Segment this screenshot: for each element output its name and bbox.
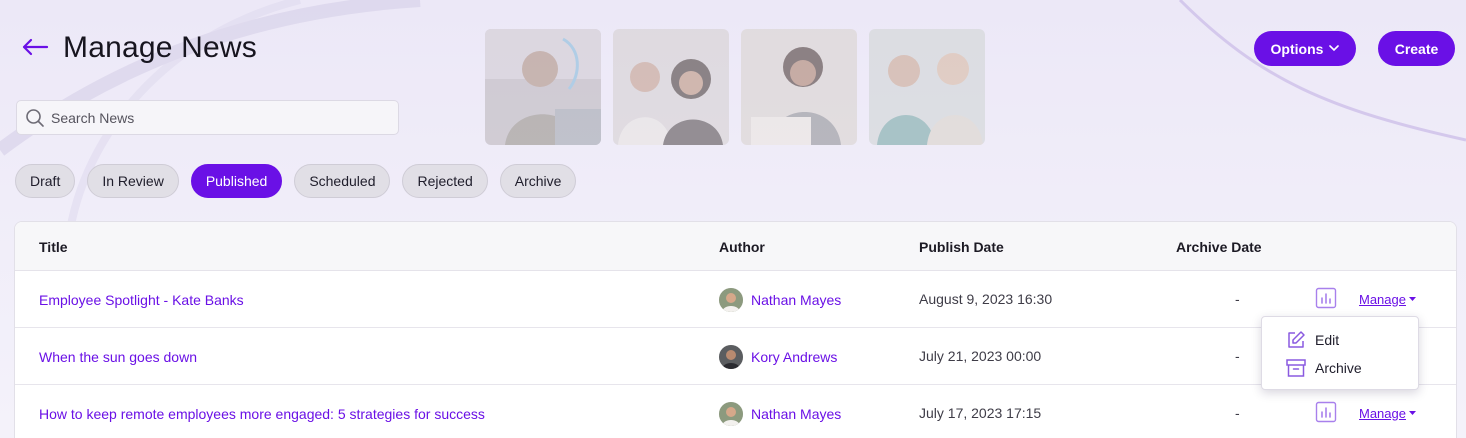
archive-box-icon	[1286, 359, 1306, 377]
avatar	[719, 288, 743, 312]
edit-icon	[1288, 331, 1305, 348]
author-name: Nathan Mayes	[751, 292, 842, 308]
avatar	[719, 402, 743, 426]
caret-down-icon	[1408, 297, 1416, 301]
search-box[interactable]	[16, 100, 399, 135]
column-header-author[interactable]: Author	[719, 239, 765, 255]
table-row: Employee Spotlight - Kate Banks Nathan M…	[15, 271, 1456, 328]
tab-published[interactable]: Published	[190, 164, 283, 198]
manage-label: Manage	[1359, 292, 1406, 307]
tab-scheduled[interactable]: Scheduled	[294, 164, 391, 198]
author-name: Kory Andrews	[751, 349, 838, 365]
page-title: Manage News	[63, 31, 257, 64]
manage-dropdown-trigger[interactable]: Manage	[1359, 406, 1416, 421]
menu-item-label: Edit	[1315, 332, 1340, 348]
archive-date: -	[1235, 405, 1240, 421]
table-row: When the sun goes down Kory Andrews July…	[15, 328, 1456, 385]
column-header-publish-date[interactable]: Publish Date	[919, 239, 1004, 255]
status-tabs: Draft In Review Published Scheduled Reje…	[15, 164, 577, 198]
archive-date: -	[1235, 348, 1240, 364]
publish-date: July 17, 2023 17:15	[919, 405, 1042, 421]
author-name: Nathan Mayes	[751, 406, 842, 422]
search-input[interactable]	[51, 109, 391, 126]
menu-item-edit[interactable]: Edit	[1286, 330, 1339, 350]
header-photo	[613, 29, 729, 145]
search-icon	[26, 108, 44, 127]
arrow-left-icon	[22, 38, 49, 56]
news-title-link[interactable]: When the sun goes down	[39, 349, 197, 365]
author[interactable]: Nathan Mayes	[719, 402, 841, 426]
header-photo	[869, 29, 985, 145]
publish-date: August 9, 2023 16:30	[919, 291, 1053, 307]
tab-in-review[interactable]: In Review	[87, 164, 179, 198]
back-button[interactable]	[20, 32, 50, 62]
archive-date: -	[1235, 291, 1240, 307]
table-row: How to keep remote employees more engage…	[15, 385, 1456, 438]
news-table: Title Author Publish Date Archive Date E…	[14, 221, 1457, 438]
author[interactable]: Nathan Mayes	[719, 288, 841, 312]
analytics-icon[interactable]	[1315, 401, 1337, 423]
tab-rejected[interactable]: Rejected	[402, 164, 488, 198]
header-photo	[485, 29, 601, 145]
chevron-down-icon	[1329, 45, 1340, 52]
news-title-link[interactable]: How to keep remote employees more engage…	[39, 406, 485, 422]
column-header-archive-date[interactable]: Archive Date	[1176, 239, 1262, 255]
menu-item-label: Archive	[1315, 360, 1362, 376]
header-photo-strip	[485, 29, 985, 145]
analytics-icon[interactable]	[1315, 287, 1337, 309]
options-label: Options	[1270, 40, 1324, 57]
column-header-title[interactable]: Title	[39, 239, 68, 255]
table-header: Title Author Publish Date Archive Date	[15, 222, 1456, 271]
avatar	[719, 345, 743, 369]
tab-draft[interactable]: Draft	[15, 164, 76, 198]
news-title-link[interactable]: Employee Spotlight - Kate Banks	[39, 292, 244, 308]
header-photo	[741, 29, 857, 145]
create-button[interactable]: Create	[1378, 31, 1455, 66]
author[interactable]: Kory Andrews	[719, 345, 837, 369]
options-button[interactable]: Options	[1254, 31, 1356, 66]
manage-label: Manage	[1359, 406, 1406, 421]
manage-dropdown-menu: Edit Archive	[1261, 316, 1419, 390]
tab-archive[interactable]: Archive	[499, 164, 577, 198]
publish-date: July 21, 2023 00:00	[919, 348, 1042, 364]
caret-down-icon	[1408, 411, 1416, 415]
manage-dropdown-trigger[interactable]: Manage	[1359, 292, 1416, 307]
menu-item-archive[interactable]: Archive	[1286, 359, 1362, 377]
